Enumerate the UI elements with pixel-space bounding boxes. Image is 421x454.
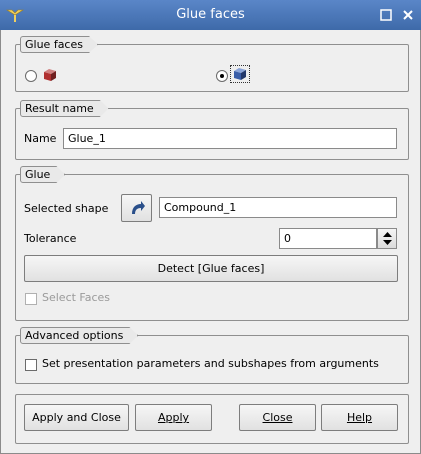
- spin-arrows-icon: [383, 232, 392, 245]
- result-name-group-title: Result name: [20, 100, 109, 117]
- result-name-group: Result name Name Glue_1: [15, 108, 409, 160]
- selected-shape-input[interactable]: Compound_1: [159, 197, 397, 218]
- window-title: Glue faces: [176, 7, 245, 22]
- apply-label: Apply: [157, 411, 190, 424]
- close-label: Close: [262, 411, 293, 424]
- close-button[interactable]: Close: [239, 404, 316, 431]
- apply-and-close-button[interactable]: Apply and Close: [24, 404, 129, 431]
- name-label: Name: [24, 132, 57, 145]
- select-faces-checkbox[interactable]: [25, 293, 37, 305]
- close-window-icon[interactable]: [401, 8, 415, 22]
- tolerance-input[interactable]: 0: [279, 228, 377, 249]
- name-input[interactable]: Glue_1: [63, 128, 397, 149]
- select-faces-label: Select Faces: [42, 291, 111, 304]
- maximize-icon[interactable]: [379, 8, 393, 22]
- detect-button[interactable]: Detect [Glue faces]: [24, 255, 398, 282]
- radio-option-faces[interactable]: [216, 70, 228, 82]
- help-label: Help: [346, 411, 373, 424]
- advanced-options-group: Advanced options Set presentation parame…: [15, 335, 409, 384]
- glue-faces-group: Glue faces: [15, 44, 409, 92]
- button-bar: Apply and Close Apply Close Help: [15, 394, 409, 444]
- solid-cube-icon: [44, 69, 56, 81]
- selected-shape-label: Selected shape: [24, 202, 109, 215]
- tolerance-label: Tolerance: [24, 232, 77, 245]
- solid-faces-cube-icon: [234, 68, 246, 80]
- advanced-options-group-title: Advanced options: [20, 327, 138, 344]
- presentation-params-checkbox[interactable]: [25, 359, 37, 371]
- apply-button[interactable]: Apply: [135, 404, 212, 431]
- help-button[interactable]: Help: [321, 404, 398, 431]
- tolerance-spinner[interactable]: [377, 228, 397, 249]
- title-bar: Glue faces: [0, 0, 421, 30]
- dialog-body: Glue faces Result name Name Glue_1 Glue …: [0, 30, 421, 454]
- glue-faces-group-title: Glue faces: [20, 36, 98, 53]
- glue-group-title: Glue: [20, 166, 65, 183]
- presentation-params-label: Set presentation parameters and subshape…: [42, 357, 379, 370]
- arrow-select-icon: [132, 201, 145, 214]
- glue-group: Glue Selected shape Compound_1 Tolerance…: [15, 174, 409, 321]
- select-shape-button[interactable]: [121, 194, 152, 222]
- radio-option-solid[interactable]: [25, 70, 37, 82]
